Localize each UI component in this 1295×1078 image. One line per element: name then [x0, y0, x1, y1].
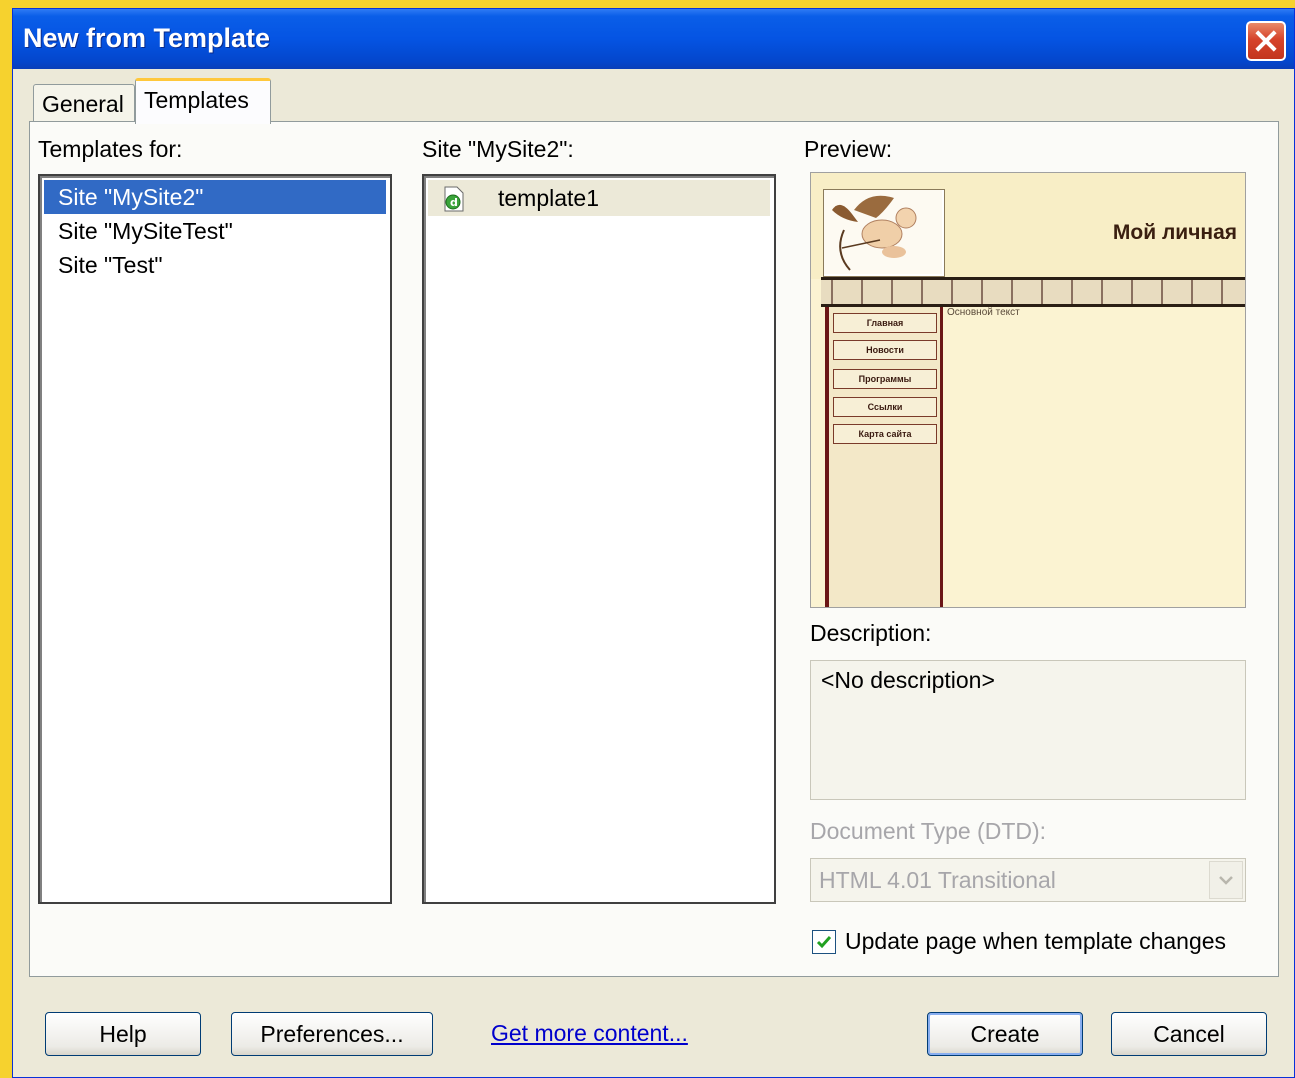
preview-nav-item: Ссылки — [833, 397, 937, 417]
preview-nav-item: Новости — [833, 340, 937, 360]
site-templates-list[interactable]: d template1 — [422, 174, 776, 904]
get-more-content-link[interactable]: Get more content... — [491, 1020, 688, 1047]
tab-general[interactable]: General — [33, 84, 135, 122]
template-preview: Мой личная Главная Новости Программы Ссы… — [810, 172, 1246, 608]
checkmark-icon — [816, 936, 832, 949]
chevron-down-icon[interactable] — [1209, 861, 1243, 899]
preview-nav-item: Программы — [833, 369, 937, 389]
description-label: Description: — [810, 620, 932, 646]
dialog-window: New from Template General Templates Temp… — [12, 8, 1295, 1078]
doctype-label: Document Type (DTD): — [810, 818, 1047, 844]
preview-label: Preview: — [804, 136, 893, 162]
preview-nav-column: Главная Новости Программы Ссылки Карта с… — [825, 307, 943, 607]
create-button[interactable]: Create — [927, 1012, 1083, 1056]
site-templates-label: Site "MySite2": — [422, 136, 574, 162]
title-bar[interactable]: New from Template — [13, 9, 1294, 69]
preview-header: Мой личная — [811, 173, 1245, 279]
preferences-button[interactable]: Preferences... — [231, 1012, 433, 1056]
templates-for-label: Templates for: — [38, 136, 183, 162]
list-item-site-test[interactable]: Site "Test" — [44, 248, 386, 282]
help-button[interactable]: Help — [45, 1012, 201, 1056]
cupid-image — [823, 189, 945, 277]
templates-tab-panel: Templates for: Site "MySite2" Site "MySi… — [29, 121, 1279, 977]
preview-page-title: Мой личная — [1112, 221, 1237, 244]
cancel-button[interactable]: Cancel — [1111, 1012, 1267, 1056]
dreamweaver-template-icon: d — [444, 186, 464, 212]
window-title: New from Template — [23, 23, 271, 53]
svg-text:d: d — [450, 196, 458, 209]
update-page-checkbox[interactable] — [812, 930, 836, 954]
preview-body-text: Основной текст — [947, 307, 1020, 318]
update-page-label[interactable]: Update page when template changes — [845, 928, 1226, 955]
preview-nav-item: Главная — [833, 313, 937, 333]
templates-for-list[interactable]: Site "MySite2" Site "MySiteTest" Site "T… — [38, 174, 392, 904]
template1-label: template1 — [498, 185, 600, 211]
close-button[interactable] — [1246, 21, 1286, 61]
doctype-value: HTML 4.01 Transitional — [819, 867, 1056, 893]
preview-ornament-border — [821, 277, 1245, 307]
doctype-select[interactable]: HTML 4.01 Transitional — [810, 858, 1246, 902]
tab-templates[interactable]: Templates — [135, 78, 271, 124]
description-box: <No description> — [810, 660, 1246, 800]
list-item-template1[interactable]: d template1 — [428, 180, 770, 216]
list-item-site-mysitetest[interactable]: Site "MySiteTest" — [44, 214, 386, 248]
preview-nav-item: Карта сайта — [833, 424, 937, 444]
list-item-site-mysite2[interactable]: Site "MySite2" — [44, 180, 386, 214]
